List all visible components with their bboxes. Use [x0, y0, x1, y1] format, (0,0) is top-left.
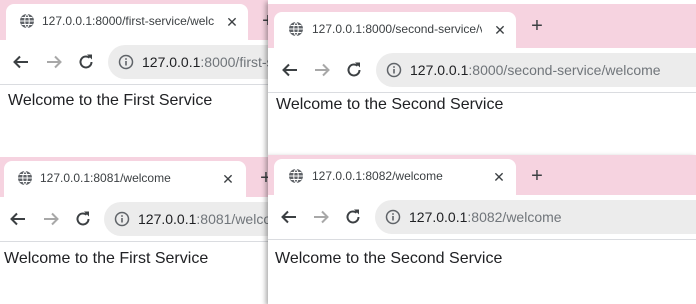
globe-icon	[289, 21, 303, 37]
close-icon[interactable]: ✕	[223, 13, 241, 31]
url-host: 127.0.0.1	[409, 209, 468, 225]
tab-strip: 127.0.0.1:8082/welcome ✕ +	[268, 155, 696, 195]
page-content-text: Welcome to the First Service	[4, 250, 209, 267]
close-icon[interactable]: ✕	[219, 170, 237, 188]
back-arrow-icon[interactable]	[279, 207, 299, 227]
url-text: 127.0.0.1:8082/welcome	[409, 209, 562, 225]
info-icon[interactable]	[118, 54, 134, 70]
url-text: 127.0.0.1:8081/welco	[138, 211, 271, 227]
toolbar: 127.0.0.1:8082/welcome	[268, 195, 696, 240]
page-content-text: Welcome to the First Service	[8, 92, 213, 109]
toolbar: 127.0.0.1:8000/second-service/welcome	[268, 48, 696, 93]
toolbar: 127.0.0.1:8081/welco	[0, 197, 290, 242]
close-icon[interactable]: ✕	[491, 21, 509, 39]
tab-title: 127.0.0.1:8081/welcome	[40, 171, 171, 185]
tab-second-service[interactable]: 127.0.0.1:8000/second-service/v ✕	[274, 12, 516, 48]
reload-icon[interactable]	[343, 207, 363, 227]
page-content-text: Welcome to the Second Service	[275, 250, 503, 267]
new-tab-button[interactable]: +	[527, 16, 547, 36]
url-path: :8082/welcome	[467, 209, 562, 225]
browser-window-first-service-8000: 127.0.0.1:8000/first-service/welc ✕ +	[0, 0, 290, 160]
info-icon[interactable]	[114, 211, 130, 227]
globe-icon	[18, 170, 32, 186]
tab-8082-welcome[interactable]: 127.0.0.1:8082/welcome ✕	[274, 159, 516, 195]
url-text: 127.0.0.1:8000/first-s	[142, 54, 274, 70]
back-arrow-icon[interactable]	[280, 60, 300, 80]
url-host: 127.0.0.1	[138, 211, 197, 227]
address-bar[interactable]: 127.0.0.1:8000/second-service/welcome	[376, 53, 696, 87]
browser-window-8081: 127.0.0.1:8081/welcome ✕ + 127.0.0.1:808…	[0, 157, 290, 304]
desktop: 127.0.0.1:8000/first-service/welc ✕ +	[0, 0, 696, 304]
tab-first-service[interactable]: 127.0.0.1:8000/first-service/welc ✕	[6, 4, 248, 40]
tab-title: 127.0.0.1:8082/welcome	[312, 169, 443, 183]
page-content-text: Welcome to the Second Service	[276, 96, 504, 113]
url-path: :8081/welco	[196, 211, 272, 227]
globe-icon	[289, 168, 303, 184]
info-icon[interactable]	[386, 62, 402, 78]
address-bar[interactable]: 127.0.0.1:8000/first-s	[108, 45, 290, 79]
tab-title: 127.0.0.1:8000/first-service/welc	[42, 14, 214, 28]
reload-icon[interactable]	[73, 209, 93, 229]
url-path: :8000/first-s	[200, 54, 274, 70]
browser-window-second-service-8000: 127.0.0.1:8000/second-service/v ✕ + 127.…	[268, 0, 696, 155]
url-host: 127.0.0.1	[410, 62, 469, 78]
address-bar[interactable]: 127.0.0.1:8082/welcome	[375, 200, 696, 234]
tab-title: 127.0.0.1:8000/second-service/v	[312, 22, 482, 36]
url-path: :8000/second-service/welcome	[468, 62, 661, 78]
toolbar: 127.0.0.1:8000/first-s	[0, 40, 290, 85]
forward-arrow-icon[interactable]	[41, 209, 61, 229]
url-text: 127.0.0.1:8000/second-service/welcome	[410, 62, 661, 78]
info-icon[interactable]	[385, 209, 401, 225]
forward-arrow-icon[interactable]	[312, 60, 332, 80]
reload-icon[interactable]	[76, 52, 96, 72]
back-arrow-icon[interactable]	[8, 209, 28, 229]
reload-icon[interactable]	[344, 60, 364, 80]
tab-strip: 127.0.0.1:8081/welcome ✕ +	[0, 157, 290, 197]
url-host: 127.0.0.1	[142, 54, 201, 70]
tab-8081-welcome[interactable]: 127.0.0.1:8081/welcome ✕	[4, 161, 246, 197]
globe-icon	[20, 13, 34, 29]
back-arrow-icon[interactable]	[11, 52, 31, 72]
browser-window-8082: 127.0.0.1:8082/welcome ✕ + 127.0.0.1:808…	[268, 155, 696, 304]
close-icon[interactable]: ✕	[490, 168, 508, 186]
address-bar[interactable]: 127.0.0.1:8081/welco	[104, 202, 290, 236]
forward-arrow-icon[interactable]	[311, 207, 331, 227]
forward-arrow-icon[interactable]	[44, 52, 64, 72]
tab-strip: 127.0.0.1:8000/second-service/v ✕ +	[268, 4, 696, 48]
tab-strip: 127.0.0.1:8000/first-service/welc ✕ +	[0, 0, 290, 40]
new-tab-button[interactable]: +	[527, 166, 547, 186]
